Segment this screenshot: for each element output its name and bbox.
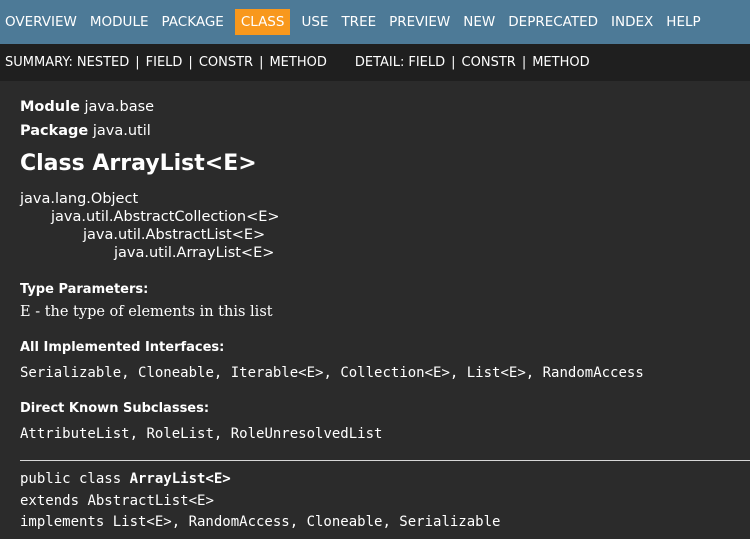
summary-constr-link[interactable]: CONSTR xyxy=(199,55,253,70)
sub-navigation-bar: SUMMARY: NESTED | FIELD | CONSTR | METHO… xyxy=(0,44,750,81)
summary-links: SUMMARY: NESTED | FIELD | CONSTR | METHO… xyxy=(5,55,327,70)
subclass-link[interactable]: AttributeList xyxy=(20,426,130,442)
signature-implements-keyword: implements xyxy=(20,514,113,530)
signature-interfaces[interactable]: List<E>, RandomAccess, Cloneable, Serial… xyxy=(113,514,501,530)
type-parameters-heading: Type Parameters: xyxy=(20,282,149,297)
nav-preview[interactable]: PREVIEW xyxy=(384,9,455,35)
detail-field-link[interactable]: FIELD xyxy=(408,55,445,70)
signature-line-1: public class ArrayList<E> xyxy=(20,469,730,491)
inheritance-object[interactable]: java.lang.Object xyxy=(20,190,730,208)
nav-tree[interactable]: TREE xyxy=(336,9,381,35)
interface-link[interactable]: Serializable xyxy=(20,365,121,381)
detail-method-link[interactable]: METHOD xyxy=(532,55,589,70)
nav-new[interactable]: NEW xyxy=(458,9,500,35)
signature-line-3: implements List<E>, RandomAccess, Clonea… xyxy=(20,512,730,534)
separator: | xyxy=(259,55,264,70)
class-signature: public class ArrayList<E> extends Abstra… xyxy=(20,469,730,534)
signature-modifiers: public class xyxy=(20,471,130,487)
nav-help[interactable]: HELP xyxy=(661,9,705,35)
subclass-link[interactable]: RoleList xyxy=(146,426,213,442)
nav-package[interactable]: PACKAGE xyxy=(157,9,229,35)
divider xyxy=(20,460,750,461)
page-title: Class ArrayList<E> xyxy=(20,151,257,176)
interface-link[interactable]: Iterable<E> xyxy=(231,365,324,381)
signature-class-name: ArrayList<E> xyxy=(129,471,231,487)
separator: | xyxy=(521,55,527,70)
summary-field-link[interactable]: FIELD xyxy=(146,55,183,70)
summary-method-link[interactable]: METHOD xyxy=(269,55,326,70)
detail-constr-link[interactable]: CONSTR xyxy=(462,55,516,70)
separator: | xyxy=(135,55,140,70)
interface-link[interactable]: List<E> xyxy=(467,365,526,381)
package-line: Package java.util xyxy=(20,119,730,143)
interface-link[interactable]: RandomAccess xyxy=(543,365,644,381)
nav-module[interactable]: MODULE xyxy=(85,9,154,35)
signature-extends-keyword: extends xyxy=(20,492,88,509)
module-line: Module java.base xyxy=(20,95,730,119)
nav-use[interactable]: USE xyxy=(296,9,333,35)
detail-label: DETAIL: xyxy=(354,55,405,70)
detail-links: DETAIL: FIELD | CONSTR | METHOD xyxy=(355,55,590,70)
inheritance-arraylist: java.util.ArrayList<E> xyxy=(114,245,275,261)
top-navigation-bar: OVERVIEW MODULE PACKAGE CLASS USE TREE P… xyxy=(0,0,750,44)
subclasses-list: AttributeList, RoleList, RoleUnresolvedL… xyxy=(20,426,383,442)
module-value[interactable]: java.base xyxy=(85,99,155,115)
nav-deprecated[interactable]: DEPRECATED xyxy=(503,9,603,35)
nav-class-active[interactable]: CLASS xyxy=(234,9,291,35)
signature-line-2: extends AbstractList<E> xyxy=(20,491,730,513)
package-label: Package xyxy=(20,123,89,139)
nav-index[interactable]: INDEX xyxy=(606,9,658,35)
separator: | xyxy=(188,55,193,70)
interfaces-heading: All Implemented Interfaces: xyxy=(20,340,225,355)
interface-link[interactable]: Cloneable xyxy=(138,365,214,381)
subclass-link[interactable]: RoleUnresolvedList xyxy=(231,426,383,442)
summary-label: SUMMARY: xyxy=(5,55,73,70)
type-parameters-text: E - the type of elements in this list xyxy=(20,304,273,320)
subclasses-heading: Direct Known Subclasses: xyxy=(20,401,210,416)
nav-overview[interactable]: OVERVIEW xyxy=(0,9,82,35)
package-value[interactable]: java.util xyxy=(93,123,151,139)
module-label: Module xyxy=(20,99,80,115)
separator: | xyxy=(451,55,456,70)
signature-superclass[interactable]: AbstractList<E> xyxy=(87,493,213,509)
summary-nested-link[interactable]: NESTED xyxy=(77,55,129,70)
interface-link[interactable]: Collection<E> xyxy=(340,365,450,381)
interfaces-list: Serializable, Cloneable, Iterable<E>, Co… xyxy=(20,365,644,381)
inheritance-abstract-collection[interactable]: java.util.AbstractCollection<E> xyxy=(20,208,730,226)
main-content: Module java.base Package java.util Class… xyxy=(0,81,750,534)
inheritance-tree: java.lang.Object java.util.AbstractColle… xyxy=(20,190,730,262)
inheritance-abstract-list[interactable]: java.util.AbstractList<E> xyxy=(20,226,730,244)
